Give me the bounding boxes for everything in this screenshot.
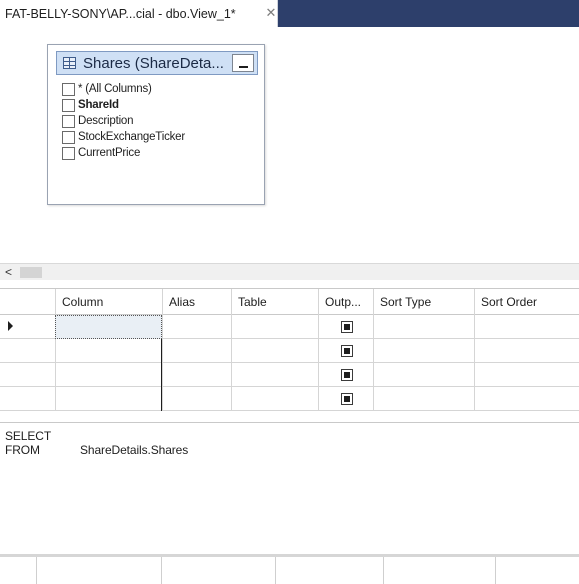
sort-type-cell[interactable] (373, 315, 474, 339)
output-checkbox[interactable] (341, 393, 353, 405)
table-row[interactable] (0, 387, 579, 411)
results-pane (0, 554, 579, 584)
table-diagram-header[interactable]: Shares (ShareDeta... (56, 51, 258, 75)
sql-pane[interactable]: SELECT FROM ShareDetails.Shares (0, 422, 579, 554)
sort-type-cell[interactable] (373, 387, 474, 411)
table-grid-icon (63, 57, 76, 69)
column-item[interactable]: Description (62, 113, 258, 129)
table-diagram-shares[interactable]: Shares (ShareDeta... * (All Columns) Sha… (47, 44, 265, 205)
document-tab[interactable]: FAT-BELLY-SONY\AP...cial - dbo.View_1* ✕ (0, 0, 278, 27)
sort-type-cell[interactable] (373, 363, 474, 387)
column-label: StockExchangeTicker (78, 131, 185, 143)
column-list: * (All Columns) ShareId Description Stoc… (62, 81, 258, 161)
column-label: Description (78, 115, 134, 127)
column-checkbox[interactable] (62, 82, 75, 96)
results-header-cell[interactable] (383, 557, 495, 584)
output-checkbox[interactable] (341, 321, 353, 333)
criteria-grid-header: Column Alias Table Outp... Sort Type Sor… (0, 288, 579, 316)
table-cell[interactable] (231, 315, 318, 339)
column-header-table[interactable]: Table (231, 289, 318, 316)
output-checkbox[interactable] (341, 345, 353, 357)
sort-type-cell[interactable] (373, 339, 474, 363)
criteria-pane: Column Alias Table Outp... Sort Type Sor… (0, 280, 579, 418)
column-item[interactable]: CurrentPrice (62, 145, 258, 161)
document-tab-title: FAT-BELLY-SONY\AP...cial - dbo.View_1* (5, 6, 236, 21)
document-tab-bar: FAT-BELLY-SONY\AP...cial - dbo.View_1* ✕ (0, 0, 579, 27)
column-label: * (All Columns) (78, 83, 152, 95)
table-row[interactable] (0, 315, 579, 339)
minimize-icon[interactable] (232, 54, 254, 72)
column-header-sort-type[interactable]: Sort Type (373, 289, 474, 316)
results-header-cell[interactable] (495, 557, 579, 584)
column-item[interactable]: StockExchangeTicker (62, 129, 258, 145)
row-header[interactable] (0, 387, 55, 411)
close-icon[interactable]: ✕ (264, 6, 278, 20)
column-checkbox[interactable] (62, 146, 75, 160)
column-cell[interactable] (55, 387, 162, 411)
output-cell (318, 339, 373, 363)
sql-from-line: FROM ShareDetails.Shares (5, 443, 188, 457)
column-header-output[interactable]: Outp... (318, 289, 373, 316)
column-item[interactable]: * (All Columns) (62, 81, 258, 97)
column-checkbox[interactable] (62, 130, 75, 144)
scroll-left-icon[interactable]: < (5, 265, 17, 279)
output-cell (318, 387, 373, 411)
sql-from-value: ShareDetails.Shares (80, 443, 189, 457)
column-label: CurrentPrice (78, 147, 141, 159)
sort-order-cell[interactable] (474, 387, 579, 411)
alias-cell[interactable] (162, 339, 231, 363)
sort-order-cell[interactable] (474, 315, 579, 339)
output-cell (318, 363, 373, 387)
diagram-pane[interactable]: Shares (ShareDeta... * (All Columns) Sha… (0, 27, 579, 263)
column-cell[interactable] (55, 363, 162, 387)
results-header-cell[interactable] (275, 557, 383, 584)
column-checkbox[interactable] (62, 114, 75, 128)
table-diagram-title: Shares (ShareDeta... (83, 54, 224, 72)
column-item[interactable]: ShareId (62, 97, 258, 113)
diagram-horizontal-scrollbar[interactable]: < (0, 263, 579, 280)
alias-cell[interactable] (162, 363, 231, 387)
row-header[interactable] (0, 339, 55, 363)
sql-select-line: SELECT (5, 429, 51, 443)
results-header-cell[interactable] (36, 557, 161, 584)
column-cell[interactable] (55, 339, 162, 363)
criteria-grid-rows (0, 315, 579, 411)
column-header-sort-order[interactable]: Sort Order (474, 289, 579, 316)
table-row[interactable] (0, 339, 579, 363)
column-header-alias[interactable]: Alias (162, 289, 231, 316)
output-cell (318, 315, 373, 339)
row-pointer-icon (8, 321, 13, 331)
sort-order-cell[interactable] (474, 339, 579, 363)
alias-cell[interactable] (162, 315, 231, 339)
column-cell[interactable] (55, 315, 162, 339)
alias-cell[interactable] (162, 387, 231, 411)
scroll-thumb[interactable] (20, 267, 42, 278)
table-cell[interactable] (231, 339, 318, 363)
results-header-cell[interactable] (161, 557, 275, 584)
table-cell[interactable] (231, 387, 318, 411)
row-header[interactable] (0, 315, 55, 339)
table-cell[interactable] (231, 363, 318, 387)
row-header[interactable] (0, 363, 55, 387)
sort-order-cell[interactable] (474, 363, 579, 387)
sql-from-keyword: FROM (5, 443, 40, 457)
sql-select-keyword: SELECT (5, 429, 52, 443)
column-header-column[interactable]: Column (55, 289, 162, 316)
table-row[interactable] (0, 363, 579, 387)
column-label-primary-key: ShareId (78, 99, 119, 111)
column-checkbox[interactable] (62, 98, 75, 112)
output-checkbox[interactable] (341, 369, 353, 381)
